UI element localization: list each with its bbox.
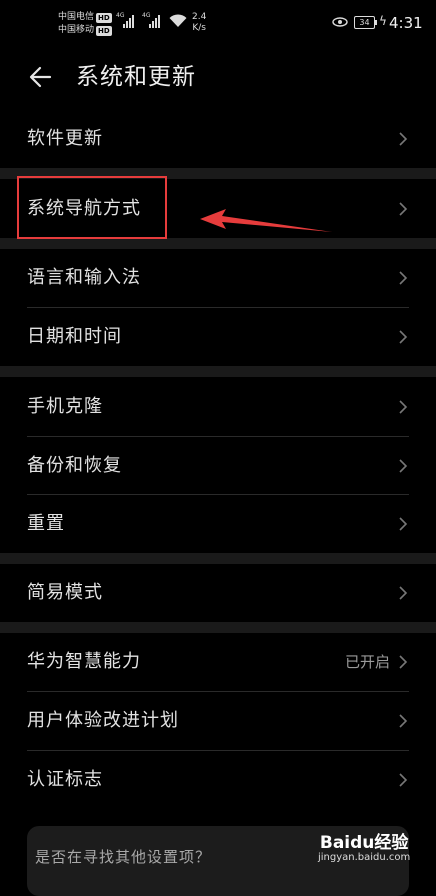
settings-item-date-time[interactable]: 日期和时间 bbox=[0, 308, 436, 366]
settings-item-software-update[interactable]: 软件更新 bbox=[0, 110, 436, 168]
settings-item-language-input[interactable]: 语言和输入法 bbox=[0, 249, 436, 307]
eye-comfort-icon bbox=[332, 17, 348, 27]
item-label: 备份和恢复 bbox=[27, 455, 122, 476]
wifi-icon bbox=[169, 14, 187, 27]
status-bar: 中国电信 HD 中国移动 HD 4G 4G 2.4 K/s 34 ϟ 4:31 bbox=[58, 11, 423, 37]
charging-icon: ϟ bbox=[379, 14, 387, 28]
chevron-right-icon bbox=[399, 714, 408, 728]
page-header: 系统和更新 bbox=[0, 48, 436, 108]
chevron-right-icon bbox=[399, 202, 408, 216]
item-label: 手机克隆 bbox=[27, 396, 103, 417]
chevron-right-icon bbox=[399, 586, 408, 600]
baidu-watermark: Baidu经验 jingyan.baidu.com bbox=[318, 828, 410, 863]
settings-item-huawei-ai[interactable]: 华为智慧能力 已开启 bbox=[0, 633, 436, 691]
item-label: 软件更新 bbox=[27, 128, 103, 149]
chevron-right-icon bbox=[399, 400, 408, 414]
battery-icon: 34 bbox=[354, 16, 377, 29]
chevron-right-icon bbox=[399, 655, 408, 669]
chevron-right-icon bbox=[399, 773, 408, 787]
item-label: 日期和时间 bbox=[27, 326, 122, 347]
highlight-box bbox=[17, 176, 167, 239]
section-gap bbox=[0, 622, 436, 633]
item-label: 简易模式 bbox=[27, 582, 103, 603]
item-label: 华为智慧能力 bbox=[27, 651, 141, 672]
item-label: 重置 bbox=[27, 513, 65, 534]
item-label: 语言和输入法 bbox=[27, 267, 141, 288]
chevron-right-icon bbox=[399, 459, 408, 473]
chevron-right-icon bbox=[399, 132, 408, 146]
carrier-info: 中国电信 HD 中国移动 HD bbox=[58, 11, 112, 37]
settings-item-simple-mode[interactable]: 简易模式 bbox=[0, 564, 436, 622]
watermark-url: jingyan.baidu.com bbox=[318, 852, 411, 863]
item-label: 用户体验改进计划 bbox=[27, 710, 179, 731]
item-status-value: 已开启 bbox=[344, 653, 390, 671]
red-arrow-icon bbox=[200, 209, 332, 232]
watermark-brand: Baidu经验 bbox=[319, 833, 409, 853]
settings-item-phone-clone[interactable]: 手机克隆 bbox=[0, 378, 436, 436]
suggestion-text: 是否在寻找其他设置项？ bbox=[35, 848, 212, 866]
chevron-right-icon bbox=[399, 517, 408, 531]
item-label: 认证标志 bbox=[27, 769, 103, 790]
settings-item-reset[interactable]: 重置 bbox=[0, 495, 436, 553]
back-arrow-icon[interactable] bbox=[26, 62, 56, 92]
chevron-right-icon bbox=[399, 330, 408, 344]
carrier-1: 中国电信 bbox=[58, 12, 95, 22]
battery-level: 34 bbox=[359, 18, 370, 27]
settings-item-certification[interactable]: 认证标志 bbox=[0, 751, 436, 809]
hd-badge: HD bbox=[96, 12, 112, 23]
page-title: 系统和更新 bbox=[76, 64, 196, 90]
settings-item-backup-restore[interactable]: 备份和恢复 bbox=[0, 437, 436, 495]
network-speed: 2.4 K/s bbox=[192, 12, 207, 33]
section-gap bbox=[0, 366, 436, 377]
chevron-right-icon bbox=[399, 271, 408, 285]
hd-badge: HD bbox=[96, 25, 112, 36]
clock: 4:31 bbox=[389, 14, 423, 32]
carrier-2: 中国移动 bbox=[58, 25, 95, 35]
section-gap bbox=[0, 553, 436, 564]
settings-item-user-experience[interactable]: 用户体验改进计划 bbox=[0, 692, 436, 750]
